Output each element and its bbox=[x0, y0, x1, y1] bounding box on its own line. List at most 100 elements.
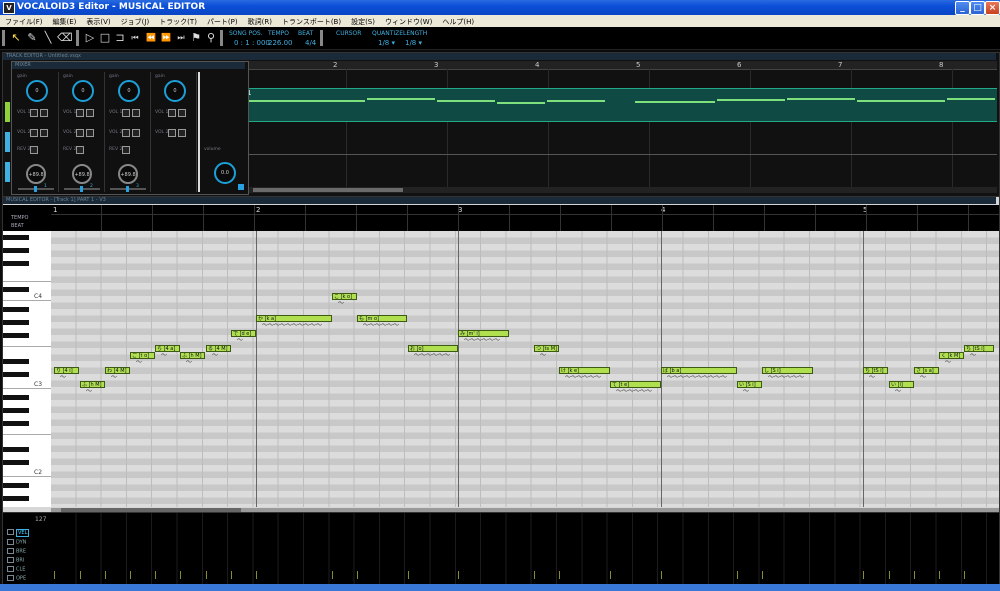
fader-handle[interactable] bbox=[80, 186, 83, 192]
vol2-edit-button[interactable] bbox=[40, 129, 48, 137]
control-item-cle[interactable]: CLE bbox=[7, 566, 25, 573]
black-key[interactable] bbox=[3, 421, 29, 426]
black-key[interactable] bbox=[3, 395, 29, 400]
loop-icon[interactable]: ⊐ bbox=[113, 31, 127, 45]
note[interactable]: ち [tS i] bbox=[863, 367, 888, 374]
velocity-bar[interactable] bbox=[332, 571, 333, 579]
velocity-bar[interactable] bbox=[610, 571, 611, 579]
eraser-tool-icon[interactable]: ⌫ bbox=[57, 31, 73, 45]
stop-icon[interactable]: □ bbox=[98, 31, 112, 45]
velocity-bar[interactable] bbox=[256, 571, 257, 579]
black-key[interactable] bbox=[3, 496, 29, 501]
note[interactable]: で [d e] bbox=[231, 330, 256, 337]
velocity-bar[interactable] bbox=[105, 571, 106, 579]
play-icon[interactable]: ▷ bbox=[83, 31, 97, 45]
note[interactable]: て [t e] bbox=[610, 381, 661, 388]
black-key[interactable] bbox=[3, 248, 29, 253]
note[interactable]: わ [4 M] bbox=[105, 367, 130, 374]
menu-help[interactable]: ヘルプ(H) bbox=[437, 15, 479, 27]
velocity-bar[interactable] bbox=[80, 571, 81, 579]
song-pos-value[interactable]: 0 : 1 : 000 bbox=[234, 39, 270, 47]
velocity-bar[interactable] bbox=[889, 571, 890, 579]
vol1-button[interactable] bbox=[122, 109, 130, 117]
note[interactable]: か [k a] bbox=[256, 315, 332, 322]
velocity-bar[interactable] bbox=[964, 571, 965, 579]
vol2-edit-button[interactable] bbox=[132, 129, 140, 137]
vol1-button[interactable] bbox=[76, 109, 84, 117]
control-item-bre[interactable]: BRE bbox=[7, 548, 26, 555]
gain-knob[interactable]: 0 bbox=[72, 80, 94, 102]
velocity-bar[interactable] bbox=[231, 571, 232, 579]
gain-knob[interactable]: 0 bbox=[164, 80, 186, 102]
fader-handle[interactable] bbox=[34, 186, 37, 192]
velocity-bar[interactable] bbox=[661, 571, 662, 579]
quantize-select[interactable]: 1/8 ▾ bbox=[378, 39, 395, 47]
rewind-icon[interactable]: ⏪ bbox=[144, 31, 158, 45]
black-key[interactable] bbox=[3, 333, 29, 338]
line-tool-icon[interactable]: ╲ bbox=[41, 31, 55, 45]
velocity-bar[interactable] bbox=[939, 571, 940, 579]
control-item-dyn[interactable]: DYN bbox=[7, 539, 26, 546]
note[interactable]: り [4 i] bbox=[54, 367, 79, 374]
note[interactable]: み [m' i] bbox=[458, 330, 509, 337]
fader-handle[interactable] bbox=[126, 186, 129, 192]
track-grid[interactable] bbox=[245, 69, 997, 187]
minimize-button[interactable]: _ bbox=[955, 1, 970, 15]
piano-roll[interactable]: り [4 i] ⌒～ ふ [h M] ⌒～ わ [4 M] ⌒～ ご [t o]… bbox=[51, 231, 999, 507]
gain-knob[interactable]: 0 bbox=[118, 80, 140, 102]
note[interactable]: し [S i] bbox=[762, 367, 813, 374]
master-scroll-button[interactable] bbox=[238, 184, 244, 190]
black-key[interactable] bbox=[3, 372, 29, 377]
control-item-bri[interactable]: BRI bbox=[7, 557, 24, 564]
menu-window[interactable]: ウィンドウ(W) bbox=[380, 15, 437, 27]
window-bottom-scrollbar[interactable] bbox=[0, 584, 1000, 591]
go-to-end-icon[interactable]: ⏭ bbox=[174, 31, 188, 45]
go-to-start-icon[interactable]: ⏮ bbox=[128, 31, 142, 45]
menu-transport[interactable]: トランスポート(B) bbox=[277, 15, 346, 27]
black-key[interactable] bbox=[3, 483, 29, 488]
vol2-button[interactable] bbox=[30, 129, 38, 137]
maximize-button[interactable]: □ bbox=[970, 1, 985, 15]
black-key[interactable] bbox=[3, 408, 29, 413]
velocity-bar[interactable] bbox=[206, 571, 207, 579]
pan-knob[interactable]: +89.8 bbox=[26, 164, 46, 184]
velocity-bar[interactable] bbox=[737, 571, 738, 579]
control-grid[interactable] bbox=[51, 513, 999, 585]
musical-ruler[interactable]: 1 2 3 4 5 TEMPO BEAT bbox=[3, 205, 999, 231]
velocity-bar[interactable] bbox=[130, 571, 131, 579]
velocity-bar[interactable] bbox=[54, 571, 55, 579]
tempo-value[interactable]: 226.00 bbox=[268, 39, 293, 47]
menu-job[interactable]: ジョブ(J) bbox=[116, 15, 155, 27]
track-scroll-thumb[interactable] bbox=[253, 188, 403, 192]
gain-knob[interactable]: 0 bbox=[26, 80, 48, 102]
note[interactable]: お [o] bbox=[408, 345, 458, 352]
note[interactable]: こ [k o] bbox=[332, 293, 357, 300]
marker-icon[interactable]: ⚑ bbox=[189, 31, 203, 45]
rev-button[interactable] bbox=[30, 146, 38, 154]
control-item-vel[interactable]: VEL bbox=[7, 528, 30, 537]
vol2-edit-button[interactable] bbox=[178, 129, 186, 137]
beat-value[interactable]: 4/4 bbox=[305, 39, 316, 47]
fast-forward-icon[interactable]: ⏩ bbox=[159, 31, 173, 45]
vol1-edit-button[interactable] bbox=[86, 109, 94, 117]
menu-edit[interactable]: 編集(E) bbox=[48, 15, 82, 27]
black-key[interactable] bbox=[3, 447, 29, 452]
snap-icon[interactable]: ⚲ bbox=[204, 31, 218, 45]
menu-part[interactable]: パート(P) bbox=[202, 15, 243, 27]
note[interactable]: る [4 M] bbox=[206, 345, 231, 352]
close-button[interactable]: × bbox=[985, 1, 1000, 15]
pencil-tool-icon[interactable]: ✎ bbox=[25, 31, 39, 45]
black-key[interactable] bbox=[3, 320, 29, 325]
black-key[interactable] bbox=[3, 261, 29, 266]
note[interactable]: い [i] bbox=[889, 381, 914, 388]
note[interactable]: ら [4 a] bbox=[155, 345, 180, 352]
velocity-bar[interactable] bbox=[914, 571, 915, 579]
rev-button[interactable] bbox=[76, 146, 84, 154]
note[interactable]: く [k M] bbox=[939, 352, 964, 359]
vol2-button[interactable] bbox=[76, 129, 84, 137]
note[interactable]: ご [t o] bbox=[130, 352, 155, 359]
velocity-bar[interactable] bbox=[357, 571, 358, 579]
velocity-bar[interactable] bbox=[559, 571, 560, 579]
velocity-bar[interactable] bbox=[458, 571, 459, 579]
vocal-part[interactable]: 1 bbox=[245, 88, 997, 122]
